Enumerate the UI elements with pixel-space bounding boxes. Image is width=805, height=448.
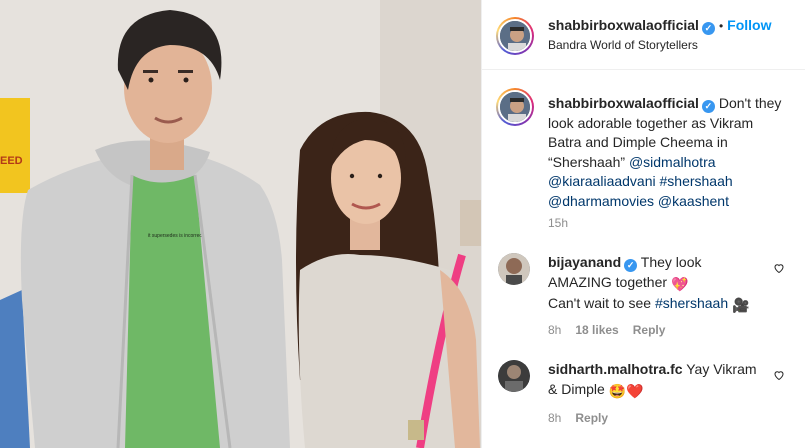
comment-text-line-2: Can't wait to see — [548, 295, 652, 311]
comment-hashtag-shershaah[interactable]: #shershaah — [655, 295, 728, 311]
caption-hashtag-shershaah[interactable]: #shershaah — [660, 173, 733, 189]
comment-avatar-image — [498, 253, 530, 285]
post-location[interactable]: Bandra World of Storytellers — [548, 38, 698, 52]
comment-avatar-sidharth-malhotra-fc[interactable] — [498, 360, 530, 392]
sparkling-heart-emoji: 💖 — [670, 275, 689, 292]
comment-verified-badge-icon: ✓ — [624, 259, 638, 272]
comment-time[interactable]: 8h — [548, 411, 561, 425]
comment-meta: 8h Reply — [548, 411, 608, 425]
caption-mention-kaashent[interactable]: @kaashent — [658, 193, 729, 209]
separator-dot: • — [718, 19, 724, 33]
red-heart-emoji: ❤️ — [626, 382, 644, 399]
caption-verified-badge-icon: ✓ — [701, 100, 715, 113]
follow-button[interactable]: Follow — [727, 17, 771, 33]
author-avatar-image — [498, 19, 532, 53]
svg-text:it supersedes is incorrect: it supersedes is incorrect — [148, 233, 204, 239]
comment-username[interactable]: sidharth.malhotra.fc — [548, 361, 683, 377]
caption-username[interactable]: shabbirboxwalaofficial — [548, 95, 699, 111]
caption-mention-sidmalhotra[interactable]: @sidmalhotra — [629, 154, 716, 170]
comment-time[interactable]: 8h — [548, 323, 561, 337]
comment-username[interactable]: bijayanand — [548, 254, 621, 270]
post-header: shabbirboxwalaofficial ✓ • Follow Bandra Wo… — [482, 0, 805, 70]
comment-like-heart-icon[interactable] — [773, 369, 785, 384]
author-avatar[interactable] — [496, 17, 534, 55]
caption-author-avatar-image — [498, 90, 532, 124]
post-details-panel: shabbirboxwalaofficial ✓ • Follow Bandra Wo… — [481, 0, 805, 448]
comment-bijayanand: bijayanand ✓ They look AMAZING together 💖… — [548, 253, 768, 316]
caption-mention-kiaraaliaadvani[interactable]: @kiaraaliaadvani — [548, 173, 656, 189]
comment-reply-button[interactable]: Reply — [575, 411, 608, 425]
photo-illustration: EED it supersedes is incorrect — [0, 0, 481, 448]
post-photo[interactable]: EED it supersedes is incorrect — [0, 0, 481, 448]
author-username[interactable]: shabbirboxwalaofficial — [548, 17, 699, 33]
caption-author-avatar[interactable] — [496, 88, 534, 126]
comment-sidharth-malhotra-fc: sidharth.malhotra.fc Yay Vikram & Dimple… — [548, 360, 768, 401]
verified-badge-icon: ✓ — [701, 22, 715, 35]
comment-meta: 8h 18 likes Reply — [548, 323, 665, 337]
caption-timestamp[interactable]: 15h — [548, 216, 568, 230]
post-caption: shabbirboxwalaofficial ✓ Don't they look … — [548, 94, 788, 211]
comment-avatar-bijayanand[interactable] — [498, 253, 530, 285]
comment-likes-count[interactable]: 18 likes — [575, 323, 618, 337]
comment-reply-button[interactable]: Reply — [633, 323, 666, 337]
caption-mention-dharmamovies[interactable]: @dharmamovies — [548, 193, 654, 209]
comment-avatar-image — [498, 360, 530, 392]
movie-camera-emoji: 🎥 — [732, 297, 750, 313]
star-struck-emoji: 🤩 — [608, 382, 627, 399]
wall-sign-text: EED — [0, 155, 23, 167]
wall-sign — [0, 98, 30, 193]
author-line: shabbirboxwalaofficial ✓ • Follow — [548, 17, 771, 35]
comment-like-heart-icon[interactable] — [773, 262, 785, 277]
